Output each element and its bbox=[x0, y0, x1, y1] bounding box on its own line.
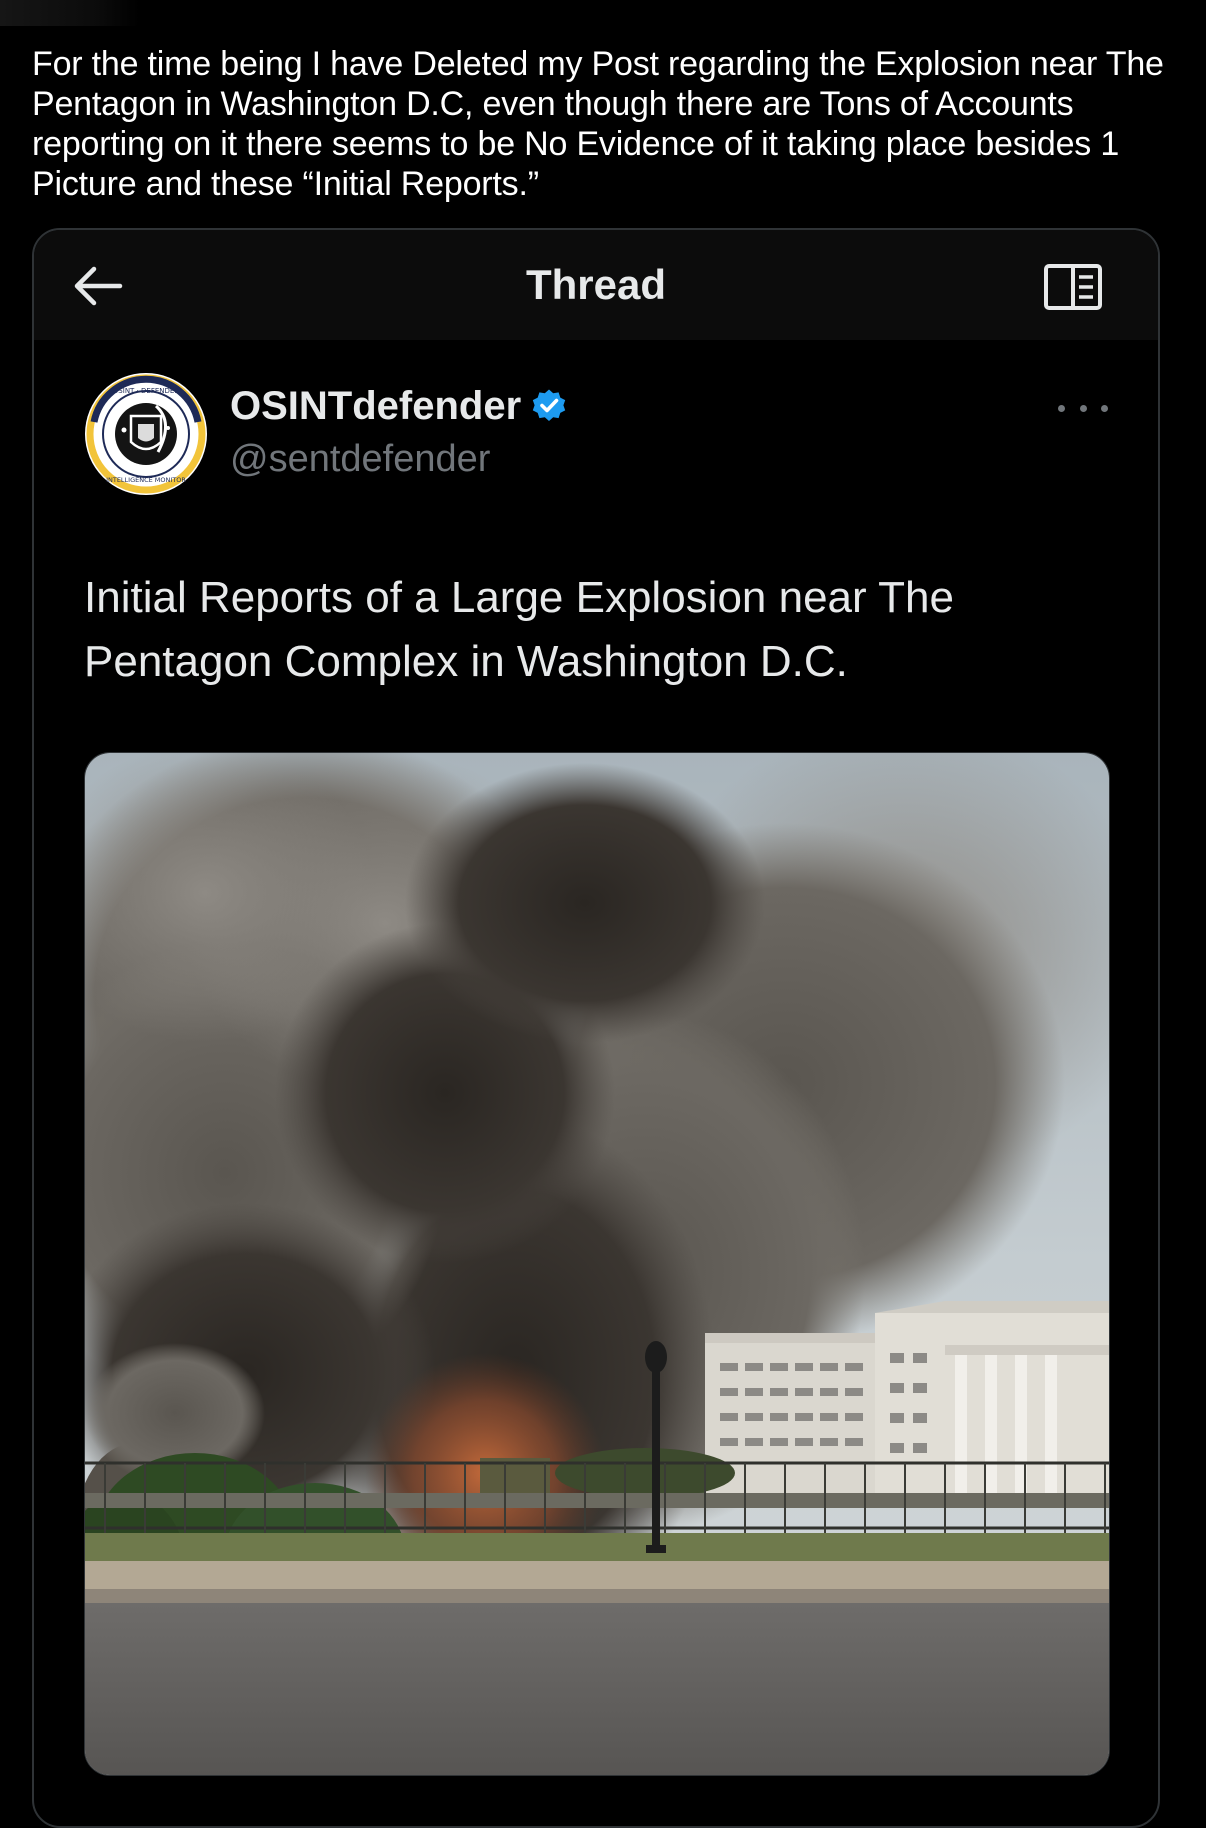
book-open-icon bbox=[1044, 264, 1102, 310]
avatar-ring-text-top: OSINT · DEFENDER bbox=[113, 387, 180, 395]
thread-header: Thread bbox=[34, 230, 1158, 340]
tweet-media-image[interactable] bbox=[84, 752, 1110, 1776]
reader-mode-button[interactable] bbox=[1040, 260, 1106, 314]
more-dot-icon bbox=[1101, 404, 1108, 412]
more-dot-icon bbox=[1058, 404, 1065, 412]
post-caption: For the time being I have Deleted my Pos… bbox=[32, 45, 1164, 203]
embedded-thread-card[interactable]: Thread OSINT · DEFENDER INTELLIGENCE MON… bbox=[32, 228, 1160, 1828]
author-handle[interactable]: @sentdefender bbox=[230, 436, 490, 482]
avatar[interactable]: OSINT · DEFENDER INTELLIGENCE MONITOR bbox=[84, 372, 208, 496]
thread-title: Thread bbox=[525, 261, 667, 308]
tweet-text: Initial Reports of a Large Explosion nea… bbox=[84, 573, 954, 686]
status-bar-fragment bbox=[0, 0, 140, 26]
more-dot-icon bbox=[1079, 404, 1087, 412]
smoke-building-photo bbox=[85, 753, 1109, 1775]
author-name[interactable]: OSINTdefender bbox=[230, 382, 567, 430]
osint-defender-logo: OSINT · DEFENDER INTELLIGENCE MONITOR bbox=[85, 373, 207, 495]
more-options-button[interactable] bbox=[1058, 394, 1108, 422]
author-display-name: OSINTdefender bbox=[230, 384, 522, 428]
avatar-ring-text-bottom: INTELLIGENCE MONITOR bbox=[106, 476, 186, 484]
verified-badge-icon bbox=[531, 388, 567, 424]
